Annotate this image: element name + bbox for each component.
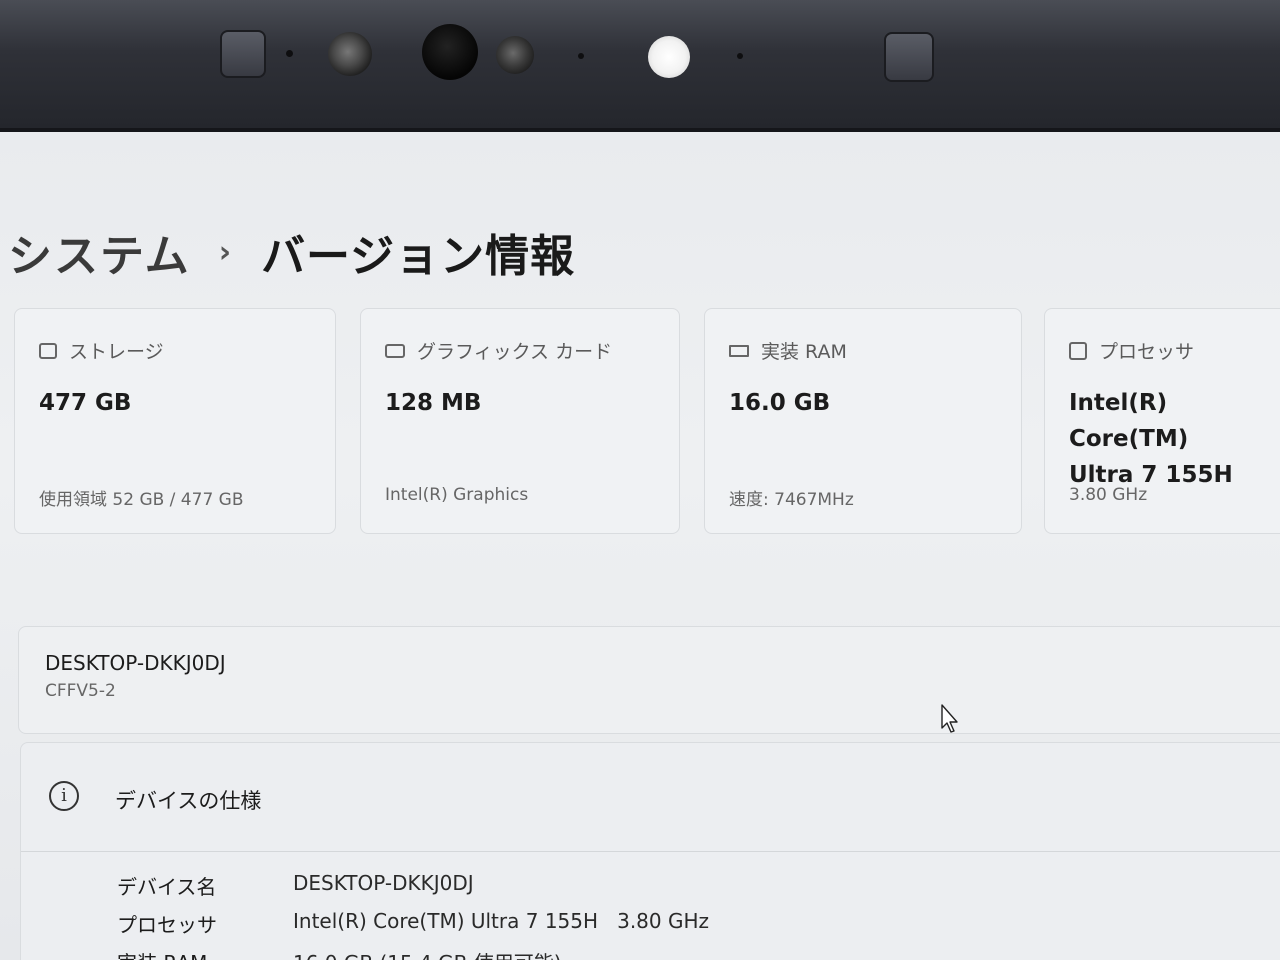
breadcrumb-system[interactable]: システム (8, 220, 191, 284)
card-sub: 使用領域 52 GB / 477 GB (39, 490, 244, 510)
storage-card: ストレージ 477 GB 使用領域 52 GB / 477 GB (14, 308, 336, 534)
bezel-dot (286, 50, 293, 57)
breadcrumb: システム › バージョン情報 (8, 220, 575, 284)
spec-value: 16.0 GB (15.4 GB 使用可能) (293, 947, 562, 960)
card-sub: Intel(R) Graphics (385, 485, 529, 505)
processor-icon (1069, 341, 1087, 360)
storage-icon (39, 342, 57, 359)
card-label: 実装 RAM (761, 341, 847, 363)
card-sub: 3.80 GHz (1069, 485, 1148, 505)
card-label: プロセッサ (1099, 341, 1195, 363)
page-title: バージョン情報 (261, 231, 576, 282)
spec-row-ram: 実装 RAM 16.0 GB (15.4 GB 使用可能) (117, 947, 562, 960)
breadcrumb-separator: › (218, 234, 232, 270)
spec-row-device-name: デバイス名 DESKTOP-DKKJ0DJ (117, 871, 474, 900)
spec-key: デバイス名 (117, 875, 217, 899)
graphics-card-icon (385, 343, 405, 358)
info-icon: i (49, 781, 79, 811)
spec-key: プロセッサ (117, 913, 217, 937)
webcam-lens (422, 24, 478, 80)
laptop-bezel (0, 0, 1280, 132)
ir-sensor-2 (496, 36, 534, 74)
mouse-cursor-icon (941, 704, 958, 733)
camera-indicator-light (648, 36, 690, 78)
spec-row-processor: プロセッサ Intel(R) Core(TM) Ultra 7 155H 3.8… (117, 909, 709, 938)
bezel-dot (578, 53, 584, 59)
ram-card: 実装 RAM 16.0 GB 速度: 7467MHz (704, 308, 1022, 534)
card-value: 16.0 GB (729, 390, 831, 416)
spec-header[interactable]: i デバイスの仕様 (21, 743, 1280, 852)
card-value: 128 MB (385, 390, 482, 416)
spec-value: DESKTOP-DKKJ0DJ (293, 871, 474, 895)
settings-window: システム › バージョン情報 ストレージ 477 GB 使用領域 52 GB /… (0, 132, 1280, 960)
processor-card: プロセッサ Intel(R) Core(TM) Ultra 7 155H 3.8… (1044, 308, 1280, 534)
device-specifications-panel: i デバイスの仕様 デバイス名 DESKTOP-DKKJ0DJ プロセッサ In… (20, 742, 1280, 960)
ir-sensor (328, 32, 372, 76)
processor-value-line1: Intel(R) Core(TM) (1069, 390, 1189, 452)
spec-value: Intel(R) Core(TM) Ultra 7 155H 3.80 GHz (293, 909, 710, 933)
ram-icon (729, 344, 749, 357)
device-name-row[interactable]: DESKTOP-DKKJ0DJ CFFV5-2 (18, 626, 1280, 734)
graphics-card: グラフィックス カード 128 MB Intel(R) Graphics (360, 308, 680, 534)
bezel-sensor-right (884, 32, 934, 82)
card-value: 477 GB (39, 390, 132, 416)
bezel-dot (737, 53, 743, 59)
card-label: グラフィックス カード (417, 341, 613, 363)
bezel-sensor-left (220, 30, 266, 78)
card-sub: 速度: 7467MHz (729, 490, 854, 510)
card-label: ストレージ (69, 341, 164, 363)
spec-title: デバイスの仕様 (115, 789, 262, 813)
spec-key: 実装 RAM (117, 947, 293, 960)
device-name: DESKTOP-DKKJ0DJ (45, 651, 226, 675)
card-value: Intel(R) Core(TM) Ultra 7 155H (1069, 385, 1280, 493)
device-model: CFFV5-2 (45, 681, 116, 701)
